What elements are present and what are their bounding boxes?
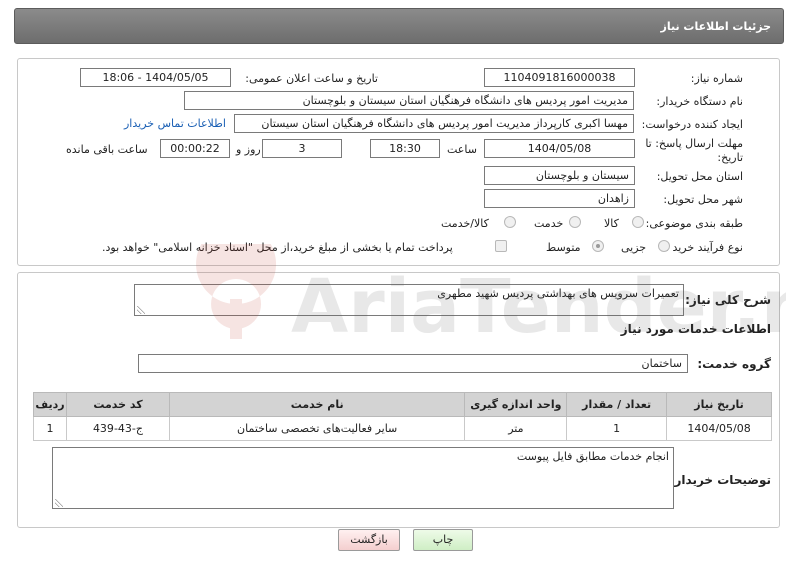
cell-quantity: 1 (566, 416, 668, 441)
cell-service-code: ج-43-439 (66, 416, 170, 441)
need-number-label: شماره نیاز: (690, 72, 743, 85)
deadline-date-field[interactable]: 1404/05/08 (484, 139, 635, 158)
buyer-notes-label: توضیحات خریدار: (669, 473, 771, 487)
process-radio-minor[interactable] (658, 240, 670, 252)
time-label: ساعت (447, 143, 477, 156)
category-radio-goods[interactable] (632, 216, 644, 228)
creator-label: ایجاد کننده درخواست: (641, 118, 743, 131)
buyer-notes-textarea[interactable]: انجام خدمات مطابق فایل پیوست (52, 447, 674, 509)
summary-label: شرح کلی نیاز: (685, 293, 771, 307)
buyer-org-field[interactable]: مدیریت امور پردیس های دانشگاه فرهنگیان ا… (184, 91, 634, 110)
time-remaining-label: ساعت باقی مانده (66, 143, 148, 156)
services-table: تاریخ نیاز تعداد / مقدار واحد اندازه گیر… (32, 392, 772, 441)
buyer-contact-link[interactable]: اطلاعات تماس خریدار (124, 117, 226, 130)
back-button[interactable]: بازگشت (338, 529, 400, 551)
creator-field[interactable]: مهسا اکبری کارپرداز مدیریت امور پردیس ها… (234, 114, 634, 133)
summary-text: تعمیرات سرویس های بهداشتی پردیس شهید مطه… (437, 287, 679, 300)
service-group-field[interactable]: ساختمان (138, 354, 688, 373)
treasury-payment-checkbox[interactable] (495, 240, 507, 252)
category-option-goods-service: کالا/خدمت (441, 217, 489, 230)
category-radio-goods-service[interactable] (504, 216, 516, 228)
category-label: طبقه بندی موضوعی: (645, 217, 743, 230)
cell-need-date: 1404/05/08 (666, 416, 772, 441)
treasury-payment-note: پرداخت تمام یا بخشی از مبلغ خرید،از محل … (102, 241, 453, 254)
col-need-date: تاریخ نیاز (666, 392, 772, 417)
resize-grip-icon[interactable] (137, 306, 145, 314)
buyer-notes-text: انجام خدمات مطابق فایل پیوست (516, 450, 669, 463)
deadline-time-field[interactable]: 18:30 (370, 139, 440, 158)
need-info-panel (17, 58, 780, 266)
summary-textarea[interactable]: تعمیرات سرویس های بهداشتی پردیس شهید مطه… (134, 284, 684, 316)
process-option-minor: جزیی (621, 241, 647, 254)
category-option-goods: کالا (604, 217, 619, 230)
province-field[interactable]: سیستان و بلوچستان (484, 166, 635, 185)
time-remaining-field[interactable]: 00:00:22 (160, 139, 230, 158)
announce-label: تاریخ و ساعت اعلان عمومی: (245, 72, 378, 85)
need-number-field[interactable]: 1104091816000038 (484, 68, 635, 87)
table-row[interactable]: 1404/05/08 1 متر سایر فعالیت‌های تخصصی س… (32, 416, 772, 441)
category-radio-service[interactable] (569, 216, 581, 228)
announce-datetime-field[interactable]: 1404/05/05 - 18:06 (80, 68, 231, 87)
services-heading: اطلاعات خدمات مورد نیاز (620, 322, 771, 336)
deadline-label: مهلت ارسال پاسخ: تا (645, 137, 743, 150)
days-remaining-field[interactable]: 3 (262, 139, 342, 158)
province-label: استان محل تحویل: (656, 170, 743, 183)
cell-unit: متر (464, 416, 568, 441)
header-bar: جزئیات اطلاعات نیاز (14, 8, 784, 44)
cell-row-number: 1 (32, 416, 68, 441)
category-option-service: خدمت (534, 217, 564, 230)
days-label: روز و (236, 143, 261, 156)
buyer-org-label: نام دستگاه خریدار: (656, 95, 743, 108)
col-row: ردیف (32, 392, 68, 417)
col-quantity: تعداد / مقدار (566, 392, 668, 417)
cell-service-name: سایر فعالیت‌های تخصصی ساختمان (168, 416, 466, 441)
process-label: نوع فرآیند خرید : (665, 241, 743, 254)
process-radio-medium[interactable] (592, 240, 604, 252)
deadline-date-label: تاریخ: (717, 151, 743, 164)
print-button[interactable]: چاپ (413, 529, 473, 551)
process-option-medium: متوسط (546, 241, 581, 254)
service-group-label: گروه خدمت: (697, 357, 771, 371)
page-title: جزئیات اطلاعات نیاز (660, 20, 772, 33)
city-field[interactable]: زاهدان (484, 189, 635, 208)
city-label: شهر محل تحویل: (663, 193, 743, 206)
col-unit: واحد اندازه گیری (464, 392, 568, 417)
col-service-code: کد خدمت (66, 392, 170, 417)
col-service-name: نام خدمت (168, 392, 466, 417)
resize-grip-icon[interactable] (55, 499, 63, 507)
